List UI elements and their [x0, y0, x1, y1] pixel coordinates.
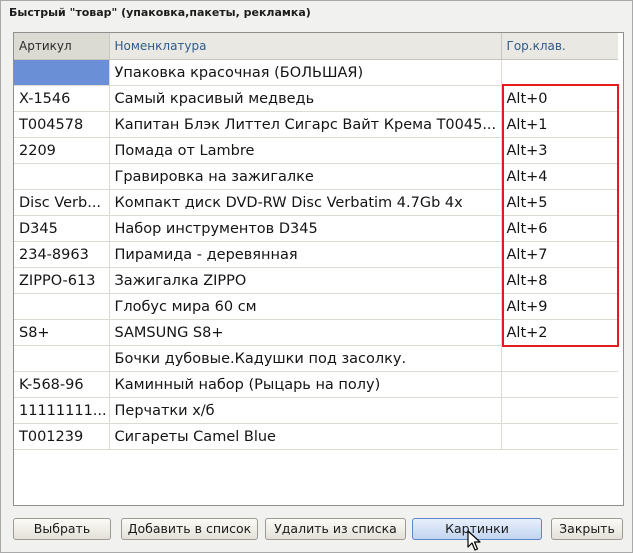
window-title: Быстрый "товар" (упаковка,пакеты, реклам…	[9, 6, 311, 19]
cell-article[interactable]: S8+	[14, 319, 110, 346]
cell-hotkey[interactable]: Alt+3	[501, 137, 618, 164]
cell-hotkey[interactable]: Alt+6	[501, 215, 618, 242]
table-row[interactable]: Упаковка красочная (БОЛЬШАЯ)	[14, 59, 618, 86]
cell-article[interactable]: X-1546	[14, 85, 110, 112]
cell-hotkey[interactable]: Alt+5	[501, 189, 618, 216]
table-row[interactable]: Бочки дубовые.Кадушки под засолку.	[14, 345, 618, 372]
table-row[interactable]: S8+ SAMSUNG S8+ Alt+2	[14, 319, 618, 346]
table-row[interactable]: D345 Набор инструментов D345 Alt+6	[14, 215, 618, 242]
cell-hotkey[interactable]	[501, 397, 618, 424]
cell-article[interactable]	[14, 163, 110, 190]
table-row[interactable]: 2209 Помада от Lambre Alt+3	[14, 137, 618, 164]
cell-nomenclature[interactable]: Набор инструментов D345	[109, 215, 502, 242]
goods-table[interactable]: Артикул Номенклатура Гор.клав. Упаковка …	[13, 32, 624, 506]
cell-hotkey[interactable]	[501, 423, 618, 450]
cell-hotkey[interactable]: Alt+1	[501, 111, 618, 138]
table-row[interactable]: Disc Verb... Компакт диск DVD-RW Disc Ver…	[14, 189, 618, 216]
cell-article[interactable]	[14, 293, 110, 320]
cell-hotkey[interactable]	[501, 371, 618, 398]
column-header-nomenclature[interactable]: Номенклатура	[109, 33, 502, 60]
cell-hotkey[interactable]: Alt+9	[501, 293, 618, 320]
table-row[interactable]: 11111111... Перчатки х/б	[14, 397, 618, 424]
cell-article[interactable]: D345	[14, 215, 110, 242]
cell-article[interactable]: 234-8963	[14, 241, 110, 268]
table-row[interactable]: X-1546 Самый красивый медведь Alt+0	[14, 85, 618, 112]
close-button[interactable]: Закрыть	[551, 518, 623, 540]
table-row[interactable]: 234-8963 Пирамида - деревянная Alt+7	[14, 241, 618, 268]
cell-hotkey[interactable]: Alt+0	[501, 85, 618, 112]
cell-nomenclature[interactable]: Перчатки х/б	[109, 397, 502, 424]
cell-nomenclature[interactable]: Самый красивый медведь	[109, 85, 502, 112]
cell-hotkey[interactable]: Alt+4	[501, 163, 618, 190]
cell-article[interactable]: 2209	[14, 137, 110, 164]
cell-hotkey[interactable]: Alt+2	[501, 319, 618, 346]
column-header-article[interactable]: Артикул	[14, 33, 110, 60]
cell-nomenclature[interactable]: Глобус мира 60 см	[109, 293, 502, 320]
cell-article[interactable]: 11111111...	[14, 397, 110, 424]
cell-nomenclature[interactable]: Зажигалка ZIPPO	[109, 267, 502, 294]
quick-goods-window: Быстрый "товар" (упаковка,пакеты, реклам…	[0, 0, 633, 553]
cell-article[interactable]	[14, 59, 110, 86]
table-row[interactable]: T001239 Сигареты Camel Blue	[14, 423, 618, 450]
cell-nomenclature[interactable]: Сигареты Camel Blue	[109, 423, 502, 450]
cell-nomenclature[interactable]: Компакт диск DVD-RW Disc Verbatim 4.7Gb …	[109, 189, 502, 216]
cell-article[interactable]: ZIPPO-613	[14, 267, 110, 294]
table-row[interactable]: Гравировка на зажигалке Alt+4	[14, 163, 618, 190]
table-row[interactable]: Глобус мира 60 см Alt+9	[14, 293, 618, 320]
table-row[interactable]: K-568-96 Каминный набор (Рыцарь на полу)	[14, 371, 618, 398]
cell-hotkey[interactable]	[501, 345, 618, 372]
table-row[interactable]: T004578 Капитан Блэк Литтел Сигарс Вайт К…	[14, 111, 618, 138]
cell-nomenclature[interactable]: Капитан Блэк Литтел Сигарс Вайт Крема T0…	[109, 111, 502, 138]
cell-nomenclature[interactable]: Каминный набор (Рыцарь на полу)	[109, 371, 502, 398]
mouse-pointer-icon	[467, 530, 481, 551]
remove-from-list-button[interactable]: Удалить из списка	[265, 518, 406, 540]
cell-article[interactable]: K-568-96	[14, 371, 110, 398]
add-to-list-button[interactable]: Добавить в список	[121, 518, 258, 540]
cell-hotkey[interactable]: Alt+8	[501, 267, 618, 294]
cell-hotkey[interactable]	[501, 59, 618, 86]
cell-nomenclature[interactable]: Упаковка красочная (БОЛЬШАЯ)	[109, 59, 502, 86]
cell-article[interactable]: Disc Verb...	[14, 189, 110, 216]
cell-nomenclature[interactable]: SAMSUNG S8+	[109, 319, 502, 346]
table-row[interactable]: ZIPPO-613 Зажигалка ZIPPO Alt+8	[14, 267, 618, 294]
cell-nomenclature[interactable]: Бочки дубовые.Кадушки под засолку.	[109, 345, 502, 372]
select-button[interactable]: Выбрать	[13, 518, 111, 540]
cell-nomenclature[interactable]: Пирамида - деревянная	[109, 241, 502, 268]
cell-article[interactable]	[14, 345, 110, 372]
cell-article[interactable]: T004578	[14, 111, 110, 138]
cell-nomenclature[interactable]: Помада от Lambre	[109, 137, 502, 164]
cell-article[interactable]: T001239	[14, 423, 110, 450]
column-header-hotkey[interactable]: Гор.клав.	[501, 33, 618, 60]
cell-hotkey[interactable]: Alt+7	[501, 241, 618, 268]
cell-nomenclature[interactable]: Гравировка на зажигалке	[109, 163, 502, 190]
